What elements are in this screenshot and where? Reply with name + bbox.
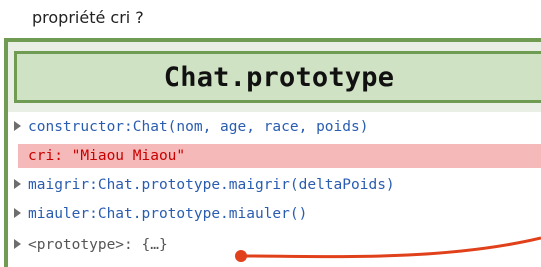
property-text: maigrir:Chat.prototype.maigrir(deltaPoid… bbox=[28, 177, 395, 193]
title-bar: Chat.prototype bbox=[14, 51, 541, 103]
expand-arrow-icon[interactable] bbox=[14, 121, 21, 131]
property-value: "Miaou Miaou" bbox=[71, 148, 186, 164]
property-value: {…} bbox=[141, 237, 168, 253]
property-row-cri[interactable]: cri: "Miaou Miaou" bbox=[8, 144, 185, 169]
expand-arrow-icon[interactable] bbox=[14, 239, 21, 249]
object-inspector-panel: constructor:Chat(nom, age, race, poids) … bbox=[8, 112, 541, 267]
expand-arrow-icon[interactable] bbox=[14, 208, 21, 218]
property-row-constructor[interactable]: constructor:Chat(nom, age, race, poids) bbox=[8, 115, 368, 140]
property-row-prototype[interactable]: <prototype>: {…} bbox=[8, 233, 168, 258]
property-key: cri: bbox=[28, 148, 63, 164]
property-row-maigrir[interactable]: maigrir:Chat.prototype.maigrir(deltaPoid… bbox=[8, 173, 395, 198]
prototype-title: Chat.prototype bbox=[163, 61, 395, 93]
property-key: <prototype>: bbox=[28, 237, 133, 253]
property-row-miauler[interactable]: miauler:Chat.prototype.miauler() bbox=[8, 202, 307, 227]
property-text: miauler:Chat.prototype.miauler() bbox=[28, 206, 308, 222]
expand-arrow-icon[interactable] bbox=[14, 179, 21, 189]
caption-text: propriété cri ? bbox=[32, 8, 144, 27]
property-text: constructor:Chat(nom, age, race, poids) bbox=[28, 119, 369, 135]
